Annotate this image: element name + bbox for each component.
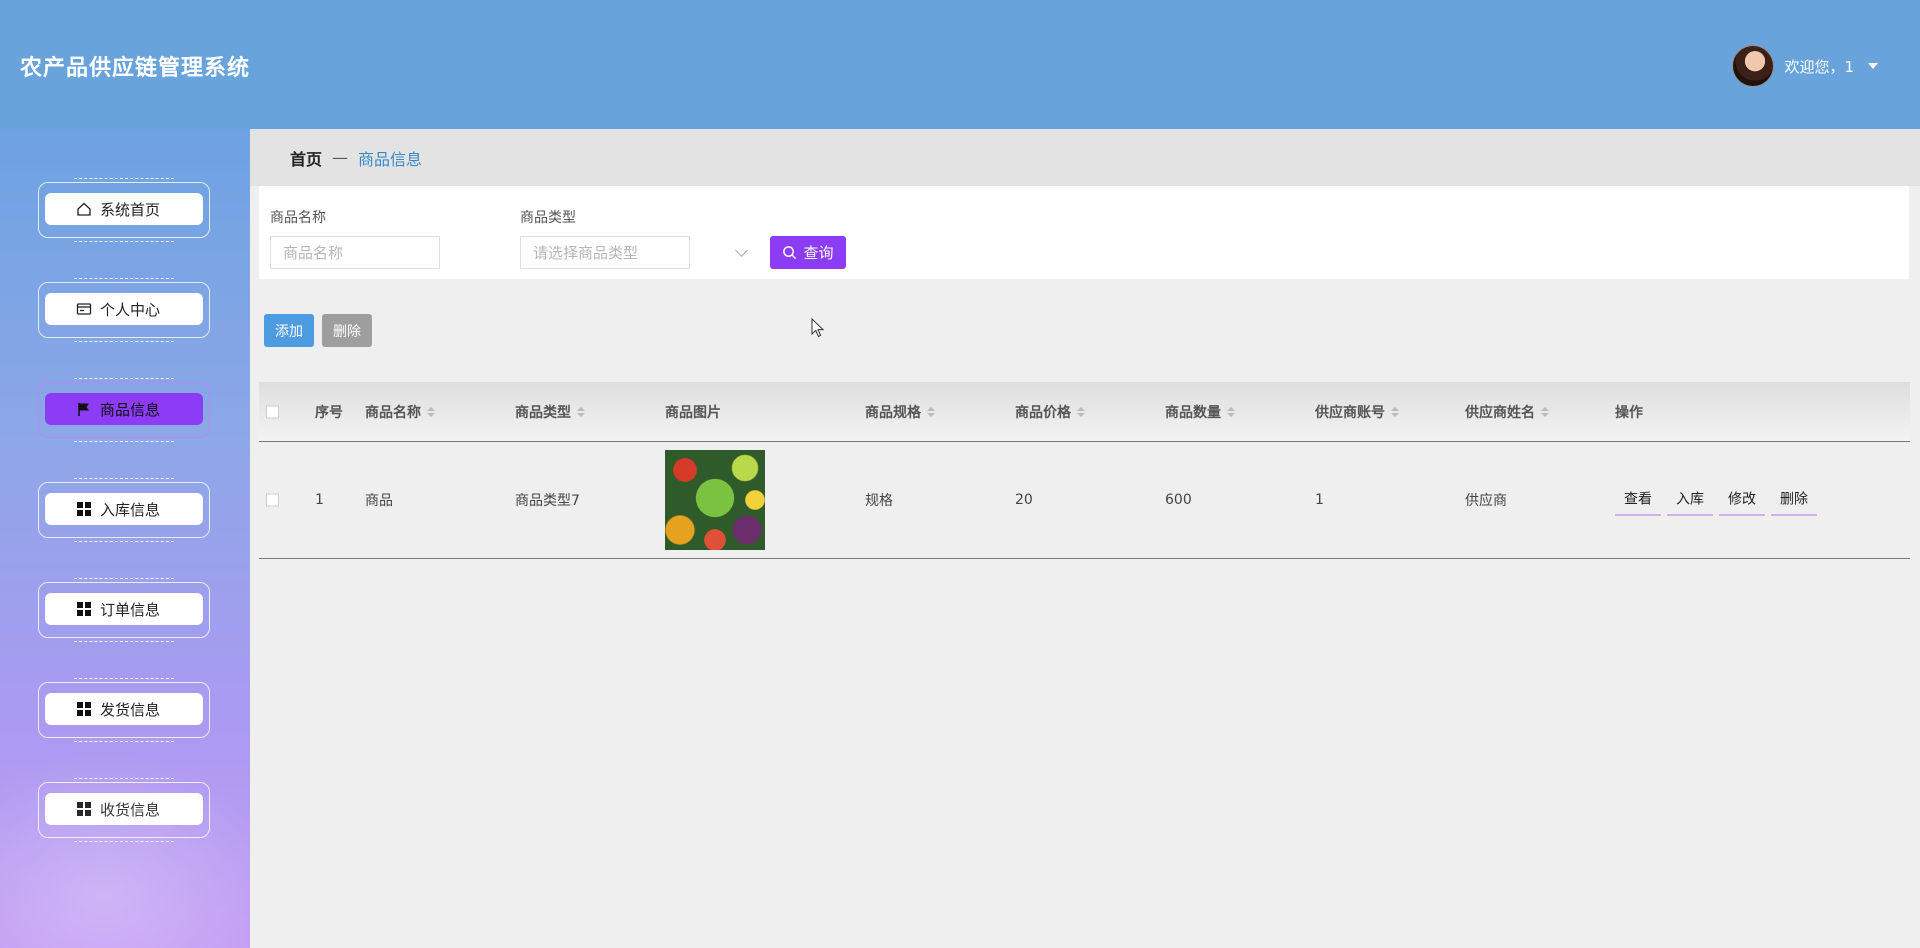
home-icon <box>77 202 91 216</box>
add-button[interactable]: 添加 <box>264 314 314 347</box>
name-field-label: 商品名称 <box>270 210 326 226</box>
cell-supplier-account: 1 <box>1315 492 1324 508</box>
type-field-label: 商品类型 <box>520 210 576 226</box>
query-button[interactable]: 查询 <box>770 236 846 269</box>
sidebar-item-label: 商品信息 <box>99 400 160 419</box>
mouse-cursor-icon <box>811 318 825 338</box>
sidebar-item-profile[interactable]: 个人中心 <box>38 278 210 342</box>
grid-icon <box>76 702 91 716</box>
column-header-supplier-name[interactable]: 供应商姓名 <box>1465 402 1549 422</box>
chevron-down-icon[interactable] <box>1868 63 1878 69</box>
grid-icon <box>76 802 91 816</box>
column-header-name[interactable]: 商品名称 <box>365 402 435 422</box>
grid-icon <box>76 502 91 516</box>
avatar[interactable] <box>1732 45 1775 87</box>
sidebar-item-receiving[interactable]: 收货信息 <box>38 778 210 842</box>
chevron-down-icon[interactable] <box>735 244 748 257</box>
sort-icon[interactable] <box>577 406 585 417</box>
sidebar-item-label: 收货信息 <box>99 800 160 819</box>
sidebar-item-inbound[interactable]: 入库信息 <box>38 478 210 542</box>
top-header: 农产品供应链管理系统 欢迎您，1 <box>0 0 1920 129</box>
sidebar-item-label: 订单信息 <box>99 600 160 619</box>
sidebar-item-label: 个人中心 <box>99 300 160 319</box>
breadcrumb: 首页 — 商品信息 <box>250 129 1920 186</box>
column-header-index: 序号 <box>315 404 343 421</box>
column-header-price[interactable]: 商品价格 <box>1015 402 1085 422</box>
user-menu[interactable]: 欢迎您，1 <box>1732 45 1878 87</box>
breadcrumb-home[interactable]: 首页 <box>290 146 322 170</box>
column-header-supplier-account[interactable]: 供应商账号 <box>1315 402 1399 422</box>
view-button[interactable]: 查看 <box>1615 485 1661 516</box>
sidebar-item-label: 系统首页 <box>99 200 160 219</box>
row-checkbox[interactable] <box>266 493 279 507</box>
sidebar-item-shipping[interactable]: 发货信息 <box>38 678 210 742</box>
delete-button[interactable]: 删除 <box>322 314 372 347</box>
cell-quantity: 600 <box>1165 492 1192 508</box>
cell-name: 商品 <box>365 493 393 509</box>
sort-icon[interactable] <box>427 406 435 417</box>
edit-button[interactable]: 修改 <box>1719 485 1765 516</box>
product-type-select[interactable] <box>520 236 690 269</box>
column-header-type[interactable]: 商品类型 <box>515 402 585 422</box>
cell-price: 20 <box>1015 492 1033 508</box>
sidebar-item-products[interactable]: 商品信息 <box>38 378 210 442</box>
column-header-quantity[interactable]: 商品数量 <box>1165 402 1235 422</box>
cell-spec: 规格 <box>865 493 893 509</box>
sidebar-item-label: 发货信息 <box>99 700 160 719</box>
cell-type: 商品类型7 <box>515 493 580 509</box>
cell-index: 1 <box>315 492 324 508</box>
product-image[interactable] <box>665 450 765 550</box>
app-title: 农产品供应链管理系统 <box>20 56 251 81</box>
breadcrumb-current: 商品信息 <box>358 149 423 169</box>
welcome-text[interactable]: 欢迎您，1 <box>1784 56 1854 77</box>
search-icon <box>783 246 797 260</box>
sidebar-item-label: 入库信息 <box>99 500 160 519</box>
sort-icon[interactable] <box>927 406 935 417</box>
column-header-image: 商品图片 <box>665 404 721 421</box>
inbound-button[interactable]: 入库 <box>1667 485 1713 516</box>
column-header-spec[interactable]: 商品规格 <box>865 402 935 422</box>
sort-icon[interactable] <box>1391 406 1399 417</box>
column-header-actions: 操作 <box>1615 404 1643 421</box>
sort-icon[interactable] <box>1077 406 1085 417</box>
row-actions: 查看 入库 修改 删除 <box>1615 485 1823 516</box>
grid-icon <box>76 602 91 616</box>
select-all-checkbox[interactable] <box>266 405 279 418</box>
product-table: 序号 商品名称 商品类型 商品图片 商品规格 商品价格 商品数量 供应商账号 供… <box>259 382 1910 559</box>
query-button-label: 查询 <box>803 244 834 262</box>
flag-icon <box>78 403 89 416</box>
sidebar: 系统首页 个人中心 商品信息 入库信息 订单信息 发货信息 收货信息 <box>0 129 250 948</box>
sidebar-item-home[interactable]: 系统首页 <box>38 178 210 242</box>
product-name-input[interactable] <box>270 236 440 269</box>
row-delete-button[interactable]: 删除 <box>1771 485 1817 516</box>
search-panel: 商品名称 商品类型 查询 <box>259 186 1909 279</box>
sort-icon[interactable] <box>1541 406 1549 417</box>
cell-supplier-name: 供应商 <box>1465 493 1507 509</box>
breadcrumb-separator: — <box>332 148 349 167</box>
sort-icon[interactable] <box>1227 406 1235 417</box>
table-header: 序号 商品名称 商品类型 商品图片 商品规格 商品价格 商品数量 供应商账号 供… <box>259 382 1910 442</box>
id-card-icon <box>76 303 92 315</box>
sidebar-item-orders[interactable]: 订单信息 <box>38 578 210 642</box>
table-row: 1 商品 商品类型7 规格 20 600 1 供应商 查看 入库 修改 删除 <box>259 442 1910 559</box>
